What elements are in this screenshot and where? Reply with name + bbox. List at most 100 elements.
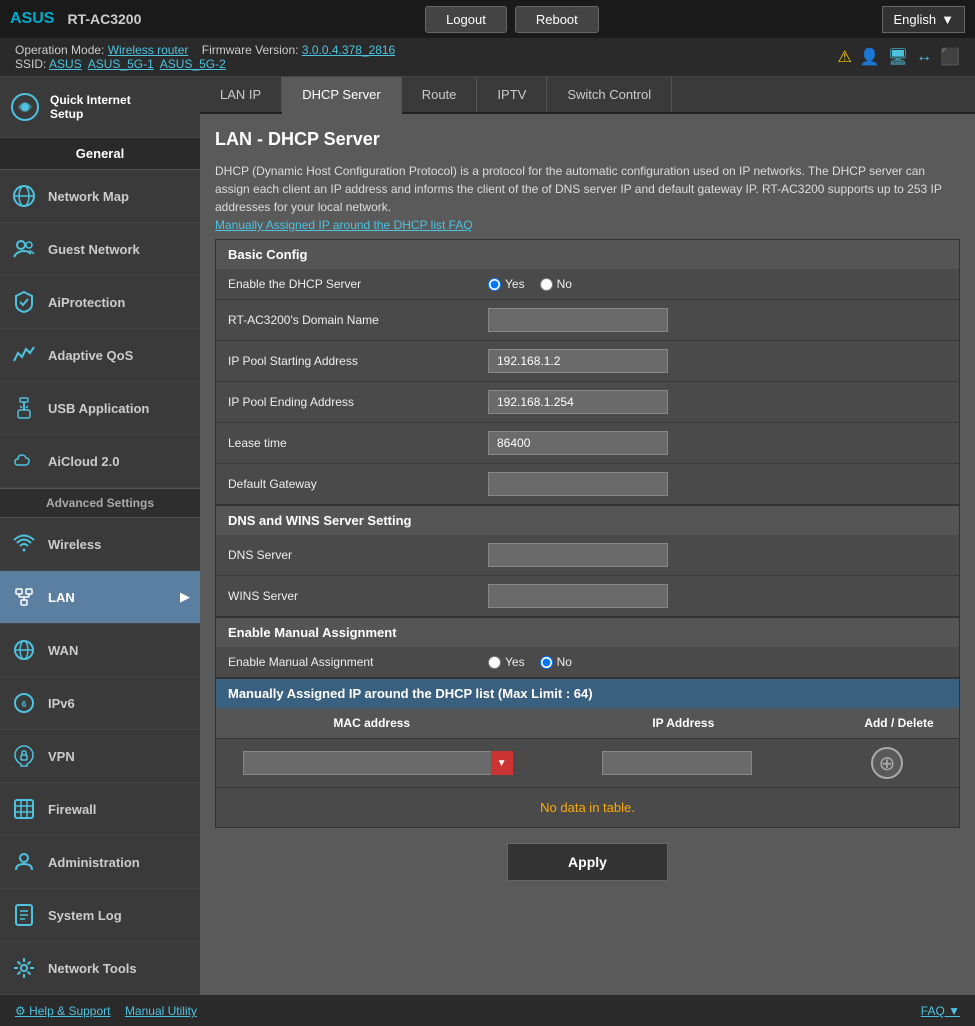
wireless-label: Wireless [48, 537, 101, 552]
svg-text:6: 6 [22, 700, 27, 709]
dhcp-list-column-headers: MAC address IP Address Add / Delete [216, 708, 959, 739]
sidebar-item-network-map[interactable]: Network Map [0, 170, 200, 223]
operation-mode-link[interactable]: Wireless router [108, 43, 189, 57]
sidebar-item-network-tools[interactable]: Network Tools [0, 942, 200, 995]
mac-dropdown-arrow[interactable]: ▼ [491, 751, 513, 775]
lan-label: LAN [48, 590, 75, 605]
logout-button[interactable]: Logout [425, 6, 507, 33]
reboot-button[interactable]: Reboot [515, 6, 599, 33]
manual-utility-link[interactable]: Manual Utility [125, 1004, 197, 1018]
enable-manual-yes-radio[interactable] [488, 656, 501, 669]
ip-address-input[interactable] [602, 751, 752, 775]
tab-bar: LAN IP DHCP Server Route IPTV Switch Con… [200, 77, 975, 114]
sidebar-item-ipv6[interactable]: 6 IPv6 [0, 677, 200, 730]
dns-server-label: DNS Server [228, 548, 488, 562]
ssid-link-1[interactable]: ASUS [49, 57, 82, 71]
tab-iptv[interactable]: IPTV [477, 77, 547, 112]
add-entry-button[interactable]: ⊕ [871, 747, 903, 779]
help-support-link[interactable]: ⚙ Help & Support [15, 1004, 110, 1018]
faq-footer-link[interactable]: FAQ ▼ [921, 1004, 960, 1018]
sidebar-item-guest-network[interactable]: Guest Network [0, 223, 200, 276]
sidebar-item-lan[interactable]: LAN ▶ [0, 571, 200, 624]
warning-icon[interactable]: ⚠ [838, 47, 852, 67]
ipv6-label: IPv6 [48, 696, 75, 711]
usb-icon[interactable]: ⬛ [940, 47, 960, 67]
footer: ⚙ Help & Support Manual Utility FAQ ▼ [0, 995, 975, 1026]
ip-pool-end-input[interactable] [488, 390, 668, 414]
enable-dhcp-yes-radio[interactable] [488, 278, 501, 291]
default-gateway-control [488, 472, 947, 496]
tab-route[interactable]: Route [402, 77, 478, 112]
enable-dhcp-yes-label[interactable]: Yes [488, 277, 525, 291]
tab-switch-control[interactable]: Switch Control [547, 77, 672, 112]
faq-link[interactable]: Manually Assigned IP around the DHCP lis… [215, 218, 473, 232]
network-icon[interactable]: ↔ [916, 48, 932, 66]
sidebar: Quick InternetSetup General Network Map [0, 77, 200, 995]
default-gateway-input[interactable] [488, 472, 668, 496]
enable-manual-yes-label[interactable]: Yes [488, 655, 525, 669]
dns-server-input[interactable] [488, 543, 668, 567]
wins-server-label: WINS Server [228, 589, 488, 603]
usb-application-label: USB Application [48, 401, 149, 416]
footer-left: ⚙ Help & Support Manual Utility [15, 1003, 197, 1018]
ssid-link-3[interactable]: ASUS_5G-2 [160, 57, 226, 71]
network-map-label: Network Map [48, 189, 129, 204]
tab-dhcp-server[interactable]: DHCP Server [282, 77, 402, 114]
dns-wins-section: DNS and WINS Server Setting DNS Server W… [215, 505, 960, 617]
sidebar-item-usb-application[interactable]: USB Application [0, 382, 200, 435]
enable-dhcp-row: Enable the DHCP Server Yes No [216, 269, 959, 300]
enable-dhcp-no-label[interactable]: No [540, 277, 572, 291]
language-selector[interactable]: English ▼ [882, 6, 965, 33]
tab-lan-ip[interactable]: LAN IP [200, 77, 282, 112]
enable-manual-control: Yes No [488, 655, 947, 669]
usb-application-icon [10, 394, 38, 422]
default-gateway-row: Default Gateway [216, 464, 959, 504]
wins-server-input[interactable] [488, 584, 668, 608]
dns-wins-header: DNS and WINS Server Setting [216, 506, 959, 535]
enable-dhcp-control: Yes No [488, 277, 947, 291]
monitor-icon[interactable]: 🖥 [888, 47, 908, 67]
sidebar-item-vpn[interactable]: VPN [0, 730, 200, 783]
guest-network-icon [10, 235, 38, 263]
ip-pool-start-row: IP Pool Starting Address [216, 341, 959, 382]
sidebar-item-firewall[interactable]: Firewall [0, 783, 200, 836]
dhcp-list-header: Manually Assigned IP around the DHCP lis… [216, 679, 959, 708]
info-icons: ⚠ 👤 🖥 ↔ ⬛ [838, 47, 961, 67]
enable-manual-no-label[interactable]: No [540, 655, 572, 669]
sidebar-item-adaptive-qos[interactable]: Adaptive QoS [0, 329, 200, 382]
ip-pool-start-label: IP Pool Starting Address [228, 354, 488, 368]
network-map-icon [10, 182, 38, 210]
mac-address-select[interactable] [243, 751, 513, 775]
asus-logo: ASUS [10, 10, 54, 28]
apply-button[interactable]: Apply [507, 843, 668, 881]
quick-internet-setup[interactable]: Quick InternetSetup [0, 77, 200, 138]
header: ASUS RT-AC3200 Logout Reboot English ▼ [0, 0, 975, 38]
ip-pool-start-input[interactable] [488, 349, 668, 373]
sidebar-item-system-log[interactable]: System Log [0, 889, 200, 942]
administration-icon [10, 848, 38, 876]
firmware-link[interactable]: 3.0.0.4.378_2816 [302, 43, 395, 57]
user-icon[interactable]: 👤 [860, 47, 880, 67]
dns-server-control [488, 543, 947, 567]
firewall-label: Firewall [48, 802, 96, 817]
wireless-icon [10, 530, 38, 558]
network-tools-label: Network Tools [48, 961, 137, 976]
lease-time-input[interactable] [488, 431, 668, 455]
general-section-label: General [0, 138, 200, 170]
default-gateway-label: Default Gateway [228, 477, 488, 491]
sidebar-item-administration[interactable]: Administration [0, 836, 200, 889]
adaptive-qos-label: Adaptive QoS [48, 348, 133, 363]
domain-name-input[interactable] [488, 308, 668, 332]
manual-assignment-header: Enable Manual Assignment [216, 618, 959, 647]
sidebar-item-aicloud[interactable]: AiCloud 2.0 [0, 435, 200, 488]
sidebar-item-wireless[interactable]: Wireless [0, 518, 200, 571]
sidebar-item-wan[interactable]: WAN [0, 624, 200, 677]
sidebar-item-aiprotection[interactable]: AiProtection [0, 276, 200, 329]
enable-manual-no-radio[interactable] [540, 656, 553, 669]
enable-dhcp-no-radio[interactable] [540, 278, 553, 291]
ssid-link-2[interactable]: ASUS_5G-1 [88, 57, 154, 71]
ip-pool-start-control [488, 349, 947, 373]
domain-name-row: RT-AC3200's Domain Name [216, 300, 959, 341]
aiprotection-icon [10, 288, 38, 316]
system-log-label: System Log [48, 908, 122, 923]
